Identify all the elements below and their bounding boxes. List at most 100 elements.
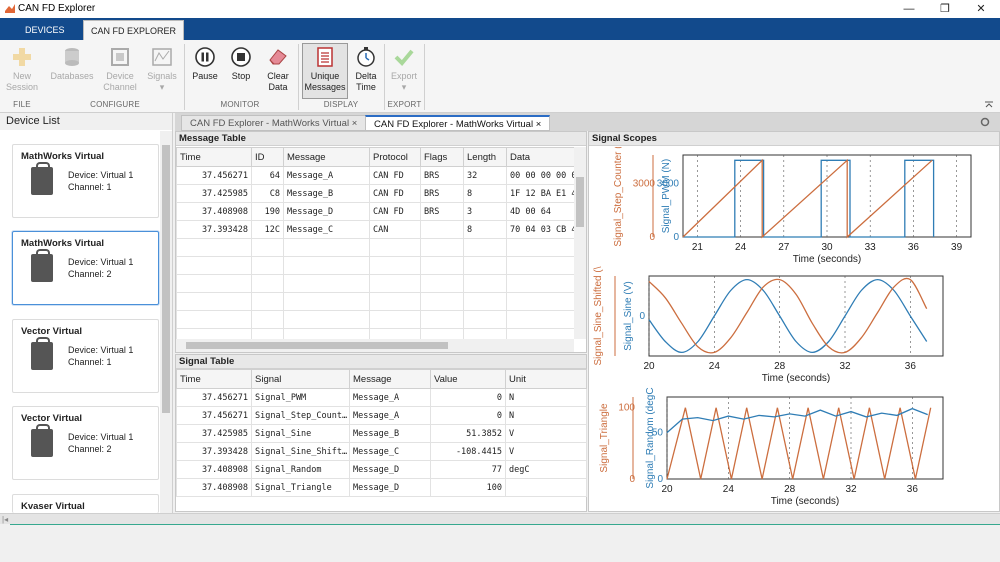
signal-row[interactable]: 37.393428 Signal_Sine_Shift… Message_C -108… — [176, 442, 587, 461]
table-cell: CAN FD — [369, 166, 421, 185]
signal-row[interactable]: 37.408908 Signal_Triangle Message_D 100 — [176, 478, 587, 497]
device-name: MathWorks Virtual — [21, 238, 105, 249]
document-tabs: CAN FD Explorer - MathWorks Virtual × CA… — [175, 113, 1000, 131]
table-cell: 32 — [463, 166, 507, 185]
stop-button[interactable]: Stop — [227, 44, 255, 82]
signal-row[interactable]: 37.456271 Signal_Step_Count… Message_A 0 N — [176, 406, 587, 425]
empty-cell — [463, 256, 507, 275]
clear-data-button[interactable]: Clear Data — [262, 44, 294, 93]
message-table-vscroll[interactable] — [574, 147, 586, 339]
y-left-tick-label: 3000 — [633, 179, 656, 190]
bottom-scrollbar[interactable] — [0, 514, 1000, 524]
new-session-button[interactable]: New Session — [6, 44, 38, 93]
device-card[interactable]: Kvaser Virtual — [12, 494, 159, 513]
databases-button[interactable]: Databases — [50, 44, 94, 82]
empty-cell — [251, 310, 284, 329]
device-card[interactable]: Vector Virtual Device: Virtual 1 Channel:… — [12, 406, 159, 480]
close-tab-icon[interactable]: × — [536, 119, 542, 130]
signal-scopes-plots[interactable]: 21 24 27 30 33 36 39Time (seconds)0300003000 Si… — [589, 147, 999, 511]
scroll-left-icon[interactable]: |◂ — [2, 515, 8, 524]
col-header-flags[interactable]: Flags — [420, 147, 464, 167]
col-header-id[interactable]: ID — [251, 147, 284, 167]
col-header-protocol[interactable]: Protocol — [369, 147, 421, 167]
empty-cell — [506, 328, 574, 339]
device-list-scrollbar[interactable] — [160, 131, 172, 513]
empty-cell — [420, 292, 464, 311]
x-tick-label: 24 — [723, 484, 735, 495]
scrollbar-thumb[interactable] — [162, 145, 170, 413]
group-separator — [424, 44, 425, 110]
signal-row[interactable]: 37.425985 Signal_Sine Message_B 51.3852 V — [176, 424, 587, 443]
stop-label: Stop — [231, 71, 251, 81]
table-cell: Message_B — [349, 424, 431, 443]
col-header-length[interactable]: Length — [463, 147, 507, 167]
table-cell: V — [505, 424, 587, 443]
signal-row[interactable]: 37.456271 Signal_PWM Message_A 0 N — [176, 388, 587, 407]
table-cell — [505, 478, 587, 497]
table-cell: Signal_Sine — [251, 424, 350, 443]
table-cell: 70 04 03 CB 4 — [506, 220, 574, 239]
device-list-title: Device List — [0, 113, 172, 130]
group-label-configure: CONFIGURE — [90, 100, 140, 109]
collapse-ribbon-icon[interactable] — [984, 99, 994, 109]
restore-button[interactable]: ❐ — [928, 0, 962, 18]
table-cell: N — [505, 406, 587, 425]
doc-tab-active[interactable]: CAN FD Explorer - MathWorks Virtual × — [365, 115, 551, 131]
device-card[interactable]: Vector Virtual Device: Virtual 1 Channel:… — [12, 319, 159, 393]
table-cell: 37.393428 — [176, 442, 252, 461]
minimize-button[interactable]: — — [892, 0, 926, 18]
eraser-icon — [267, 46, 289, 68]
tab-can-fd-explorer[interactable]: CAN FD EXPLORER — [83, 20, 185, 40]
panel-options-icon[interactable] — [980, 117, 990, 127]
device-card-selected[interactable]: MathWorks Virtual Device: Virtual 1 Chann… — [12, 231, 159, 305]
x-tick-label: 30 — [821, 242, 833, 253]
doc-tab-label: CAN FD Explorer - MathWorks Virtual — [190, 118, 350, 129]
scrollbar-thumb[interactable] — [576, 177, 584, 227]
empty-cell — [506, 310, 574, 329]
doc-tab[interactable]: CAN FD Explorer - MathWorks Virtual × — [181, 115, 367, 131]
table-cell: 64 — [251, 166, 284, 185]
device-card[interactable]: MathWorks Virtual Device: Virtual 1 Chann… — [12, 144, 159, 218]
tab-devices[interactable]: DEVICES — [18, 20, 72, 40]
message-table-hscroll[interactable] — [176, 339, 574, 352]
table-cell: 37.456271 — [176, 166, 252, 185]
x-tick-label: 36 — [905, 361, 917, 372]
col-header-message[interactable]: Message — [283, 147, 370, 167]
signal-row[interactable]: 37.408908 Signal_Random Message_D 77 degC — [176, 460, 587, 479]
device-channel-button[interactable]: Device Channel — [102, 44, 138, 93]
device-id: Device: Virtual 1 — [68, 170, 134, 180]
delta-time-button[interactable]: Delta Time — [351, 44, 381, 93]
empty-cell — [506, 238, 574, 257]
col-header-time[interactable]: Time — [176, 369, 252, 389]
close-button[interactable]: ✕ — [964, 0, 998, 18]
col-header-unit[interactable]: Unit — [505, 369, 587, 389]
table-cell: 37.456271 — [176, 406, 252, 425]
col-header-signal[interactable]: Signal — [251, 369, 350, 389]
ribbon-toolstrip: New Session Databases Device Channel Signa… — [0, 40, 1000, 113]
signals-button[interactable]: Signals ▾ — [144, 44, 180, 93]
pause-button[interactable]: Pause — [190, 44, 220, 82]
table-cell: 37.408908 — [176, 460, 252, 479]
col-header-value[interactable]: Value — [430, 369, 506, 389]
message-row[interactable]: 37.425985 C8 Message_B CAN FD BRS 8 1F 12 BA E… — [176, 184, 574, 203]
col-header-time[interactable]: Time — [176, 147, 252, 167]
pause-label: Pause — [192, 71, 218, 81]
scrollbar-thumb[interactable] — [186, 342, 448, 349]
empty-cell — [463, 238, 507, 257]
table-cell: Message_B — [283, 184, 370, 203]
close-tab-icon[interactable]: × — [352, 118, 358, 129]
signals-icon — [151, 46, 173, 68]
empty-cell — [369, 274, 421, 293]
databases-label: Databases — [50, 71, 94, 81]
message-row[interactable]: 37.456271 64 Message_A CAN FD BRS 32 00 00 00 … — [176, 166, 574, 185]
message-row[interactable]: 37.408908 190 Message_D CAN FD BRS 3 4D 00 64 — [176, 202, 574, 221]
col-header-data[interactable]: Data — [506, 147, 574, 167]
plus-icon — [11, 46, 33, 68]
x-tick-label: 20 — [643, 361, 655, 372]
export-button[interactable]: Export ▾ — [388, 44, 420, 93]
table-cell: 100 — [430, 478, 506, 497]
unique-messages-button[interactable]: Unique Messages — [302, 43, 348, 99]
pause-icon — [194, 46, 216, 68]
message-row[interactable]: 37.393428 12C Message_C CAN 8 70 04 03 CB 4 — [176, 220, 574, 239]
col-header-message[interactable]: Message — [349, 369, 431, 389]
